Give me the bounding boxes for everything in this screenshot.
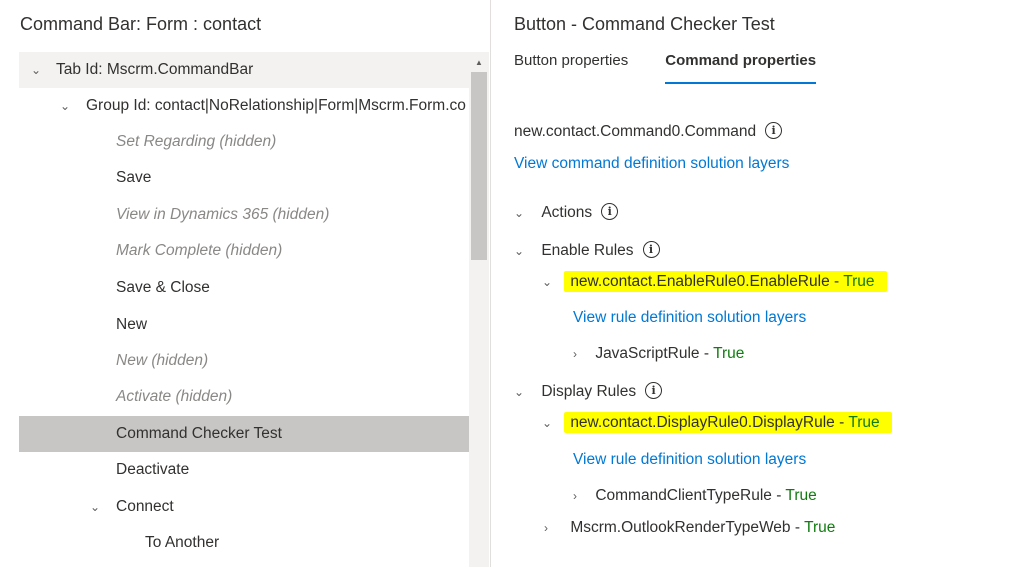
chevron-down-icon[interactable]: ⌄ — [542, 416, 560, 430]
command-bar-title: Command Bar: Form : contact — [20, 14, 262, 34]
display-rule-highlight: new.contact.DisplayRule0.DisplayRule - T… — [564, 412, 892, 433]
chevron-down-icon[interactable]: ⌄ — [542, 275, 560, 289]
enable-rule-result: True — [843, 273, 875, 290]
tree-item-label: Tab Id: Mscrm.CommandBar — [56, 61, 254, 78]
tree-item-label: To Another — [145, 534, 220, 551]
chevron-down-icon[interactable]: ⌄ — [56, 99, 74, 113]
command-name: new.contact.Command0.Command — [514, 123, 757, 140]
javascript-rule-result: True — [713, 345, 745, 362]
tree-item-mark-complete[interactable]: Mark Complete (hidden) — [19, 233, 469, 269]
properties-tabs: Button properties Command properties — [514, 48, 853, 84]
tree-item-group[interactable]: ⌄ Group Id: contact|NoRelationship|Form|… — [19, 88, 469, 124]
command-name-row: new.contact.Command0.Command i — [514, 122, 783, 141]
tree-scrollbar[interactable]: ▲ — [469, 52, 489, 567]
tree-item-label: Command Checker Test — [116, 425, 282, 442]
tree-item-to-another[interactable]: To Another — [19, 525, 469, 561]
tree-item-label: Set Regarding (hidden) — [116, 133, 277, 150]
info-icon[interactable]: i — [645, 382, 663, 400]
rule-separator: - — [771, 487, 786, 504]
enable-rule-item[interactable]: ⌄ new.contact.EnableRule0.EnableRule - T… — [542, 271, 887, 292]
info-icon[interactable]: i — [765, 122, 783, 140]
chevron-right-icon[interactable]: › — [544, 521, 562, 535]
view-display-rule-layers-link[interactable]: View rule definition solution layers — [573, 451, 806, 469]
chevron-down-icon[interactable]: ⌄ — [514, 385, 532, 399]
tree-item-label: Save & Close — [116, 279, 210, 296]
command-bar-panel: Command Bar: Form : contact ⌄ Tab Id: Ms… — [0, 0, 490, 567]
tree-item-label: Save — [116, 169, 152, 186]
actions-label: Actions — [541, 204, 593, 221]
tree-item-label: Connect — [116, 498, 174, 515]
outlook-render-type-rule-item[interactable]: › Mscrm.OutlookRenderTypeWeb - True — [544, 519, 835, 537]
tree-item-deactivate[interactable]: Deactivate — [19, 452, 469, 488]
chevron-down-icon[interactable]: ⌄ — [86, 500, 104, 514]
chevron-right-icon[interactable]: › — [573, 489, 591, 503]
outlook-render-type-rule-name: Mscrm.OutlookRenderTypeWeb — [570, 519, 791, 536]
tree-item-save[interactable]: Save — [19, 160, 469, 196]
tree-item-command-checker-test[interactable]: Command Checker Test — [19, 416, 469, 452]
command-client-type-rule-name: CommandClientTypeRule — [595, 487, 772, 504]
info-icon[interactable]: i — [601, 203, 619, 221]
scroll-up-arrow-icon[interactable]: ▲ — [469, 52, 489, 72]
actions-section[interactable]: ⌄ Actions i — [514, 203, 619, 222]
display-rule-result: True — [848, 414, 880, 431]
enable-rule-name: new.contact.EnableRule0.EnableRule — [570, 273, 830, 290]
tree-item-connect[interactable]: ⌄ Connect — [19, 489, 469, 525]
display-rule-item[interactable]: ⌄ new.contact.DisplayRule0.DisplayRule -… — [542, 412, 892, 433]
javascript-rule-item[interactable]: › JavaScriptRule - True — [573, 345, 744, 363]
panel-title: Button - Command Checker Test — [514, 14, 775, 34]
tree-item-activate[interactable]: Activate (hidden) — [19, 379, 469, 415]
view-command-layers-link[interactable]: View command definition solution layers — [514, 155, 789, 173]
tree-item-label: View in Dynamics 365 (hidden) — [116, 206, 330, 223]
display-rules-label: Display Rules — [541, 383, 637, 400]
tree-item-tab[interactable]: ⌄ Tab Id: Mscrm.CommandBar — [19, 52, 469, 88]
tree-item-set-regarding[interactable]: Set Regarding (hidden) — [19, 124, 469, 160]
rule-separator: - — [834, 414, 849, 431]
command-client-type-rule-item[interactable]: › CommandClientTypeRule - True — [573, 487, 817, 505]
tab-button-properties[interactable]: Button properties — [514, 48, 628, 84]
command-tree: ⌄ Tab Id: Mscrm.CommandBar ⌄ Group Id: c… — [19, 52, 469, 567]
tree-item-label: New — [116, 316, 148, 333]
tab-command-properties[interactable]: Command properties — [665, 48, 816, 84]
tree-item-save-close[interactable]: Save & Close — [19, 270, 469, 306]
display-rules-section[interactable]: ⌄ Display Rules i — [514, 382, 663, 401]
enable-rules-label: Enable Rules — [541, 242, 634, 259]
view-enable-rule-layers-link[interactable]: View rule definition solution layers — [573, 309, 806, 327]
button-details-panel: Button - Command Checker Test Button pro… — [491, 0, 1024, 567]
tree-item-new[interactable]: New — [19, 307, 469, 343]
chevron-down-icon[interactable]: ⌄ — [27, 63, 45, 77]
tree-item-label: Mark Complete (hidden) — [116, 242, 283, 259]
chevron-down-icon[interactable]: ⌄ — [514, 206, 532, 220]
chevron-down-icon[interactable]: ⌄ — [514, 244, 532, 258]
display-rule-name: new.contact.DisplayRule0.DisplayRule — [570, 414, 835, 431]
tree-item-label: Deactivate — [116, 461, 190, 478]
tree-item-new-hidden[interactable]: New (hidden) — [19, 343, 469, 379]
command-client-type-rule-result: True — [785, 487, 817, 504]
tree-item-label: New (hidden) — [116, 352, 209, 369]
rule-separator: - — [699, 345, 714, 362]
rule-separator: - — [790, 519, 805, 536]
rule-separator: - — [829, 273, 844, 290]
chevron-right-icon[interactable]: › — [573, 347, 591, 361]
tree-item-label: Group Id: contact|NoRelationship|Form|Ms… — [86, 97, 466, 114]
javascript-rule-name: JavaScriptRule — [595, 345, 700, 362]
info-icon[interactable]: i — [642, 241, 660, 259]
tree-item-label: Activate (hidden) — [116, 388, 233, 405]
enable-rule-highlight: new.contact.EnableRule0.EnableRule - Tru… — [564, 271, 887, 292]
scroll-thumb[interactable] — [471, 72, 487, 260]
outlook-render-type-rule-result: True — [804, 519, 836, 536]
enable-rules-section[interactable]: ⌄ Enable Rules i — [514, 241, 660, 260]
tree-item-view-in-dynamics[interactable]: View in Dynamics 365 (hidden) — [19, 197, 469, 233]
